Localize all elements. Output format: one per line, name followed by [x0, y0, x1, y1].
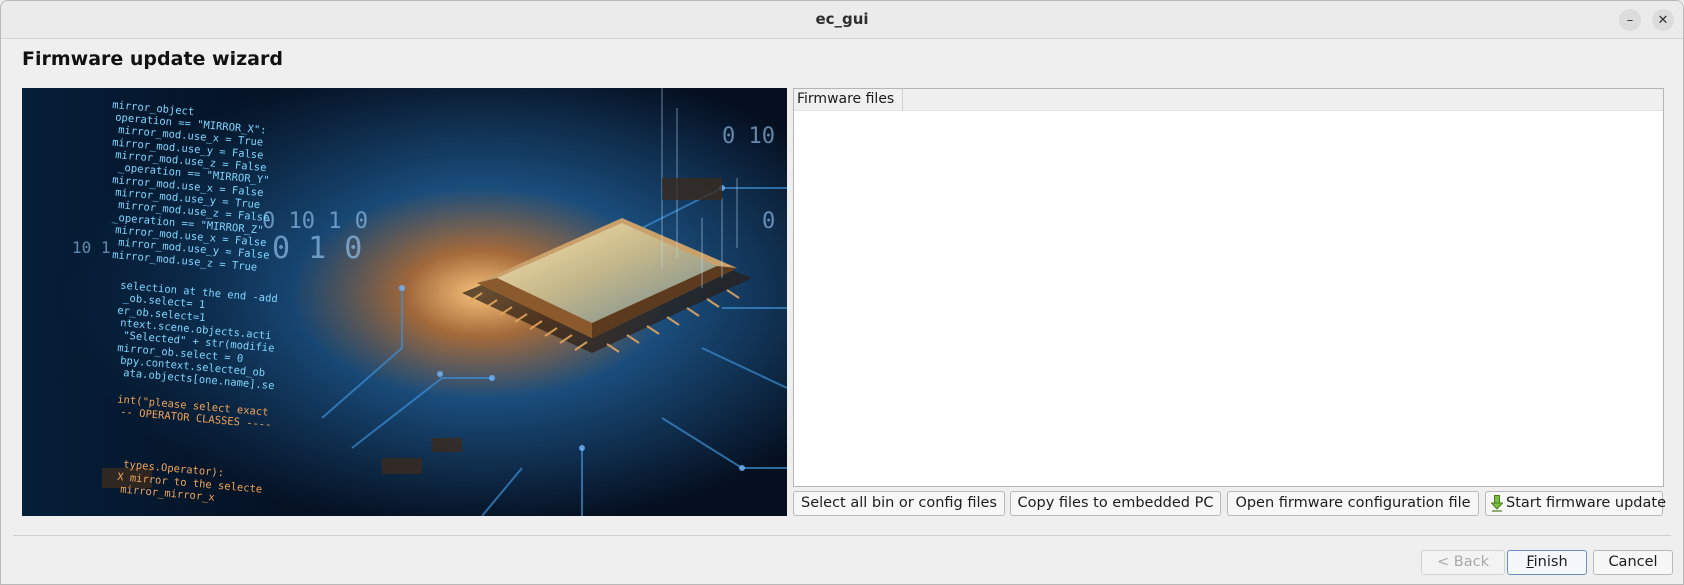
close-button[interactable]: ✕ — [1652, 9, 1674, 31]
finish-label: inish — [1533, 554, 1568, 570]
cancel-button[interactable]: Cancel — [1593, 550, 1673, 575]
list-header: Firmware files — [794, 89, 1663, 111]
column-header-firmware-files[interactable]: Firmware files — [794, 89, 904, 110]
finish-button[interactable]: Finish — [1507, 550, 1587, 575]
copy-files-button[interactable]: Copy files to embedded PC — [1010, 491, 1221, 516]
title-bar[interactable]: ec_gui – ✕ — [1, 1, 1683, 39]
back-button[interactable]: < Back — [1421, 550, 1505, 575]
svg-text:0: 0 — [762, 209, 775, 234]
svg-text:0 10: 0 10 — [722, 124, 775, 149]
circuit-board-illustration: 0 100 0 10 1 0 0 1 0 10 1 mirror_objecto… — [22, 88, 787, 516]
select-all-button[interactable]: Select all bin or config files — [793, 491, 1005, 516]
page-title: Firmware update wizard — [22, 48, 283, 70]
svg-text:0 1 0: 0 1 0 — [272, 231, 362, 266]
finish-mnemonic: F — [1526, 554, 1534, 570]
start-update-button[interactable]: Start firmware update — [1485, 491, 1667, 516]
start-update-label: Start firmware update — [1506, 495, 1667, 511]
download-arrow-icon — [1491, 495, 1503, 512]
footer-separator — [13, 535, 1671, 536]
svg-text:10 1: 10 1 — [72, 238, 111, 257]
minimize-button[interactable]: – — [1619, 9, 1641, 31]
minimize-icon: – — [1626, 12, 1634, 28]
wizard-banner-image: 0 10 0 0 10 1 0 0 1 0 10 1 mirror_object o… — [22, 88, 787, 516]
app-window: ec_gui – ✕ Firmware update wizard 0 10 0… — [0, 0, 1684, 585]
window-title: ec_gui — [815, 10, 869, 28]
open-config-button[interactable]: Open firmware configuration file — [1227, 491, 1479, 516]
firmware-files-list[interactable]: Firmware files — [793, 88, 1664, 487]
close-icon: ✕ — [1657, 12, 1669, 28]
